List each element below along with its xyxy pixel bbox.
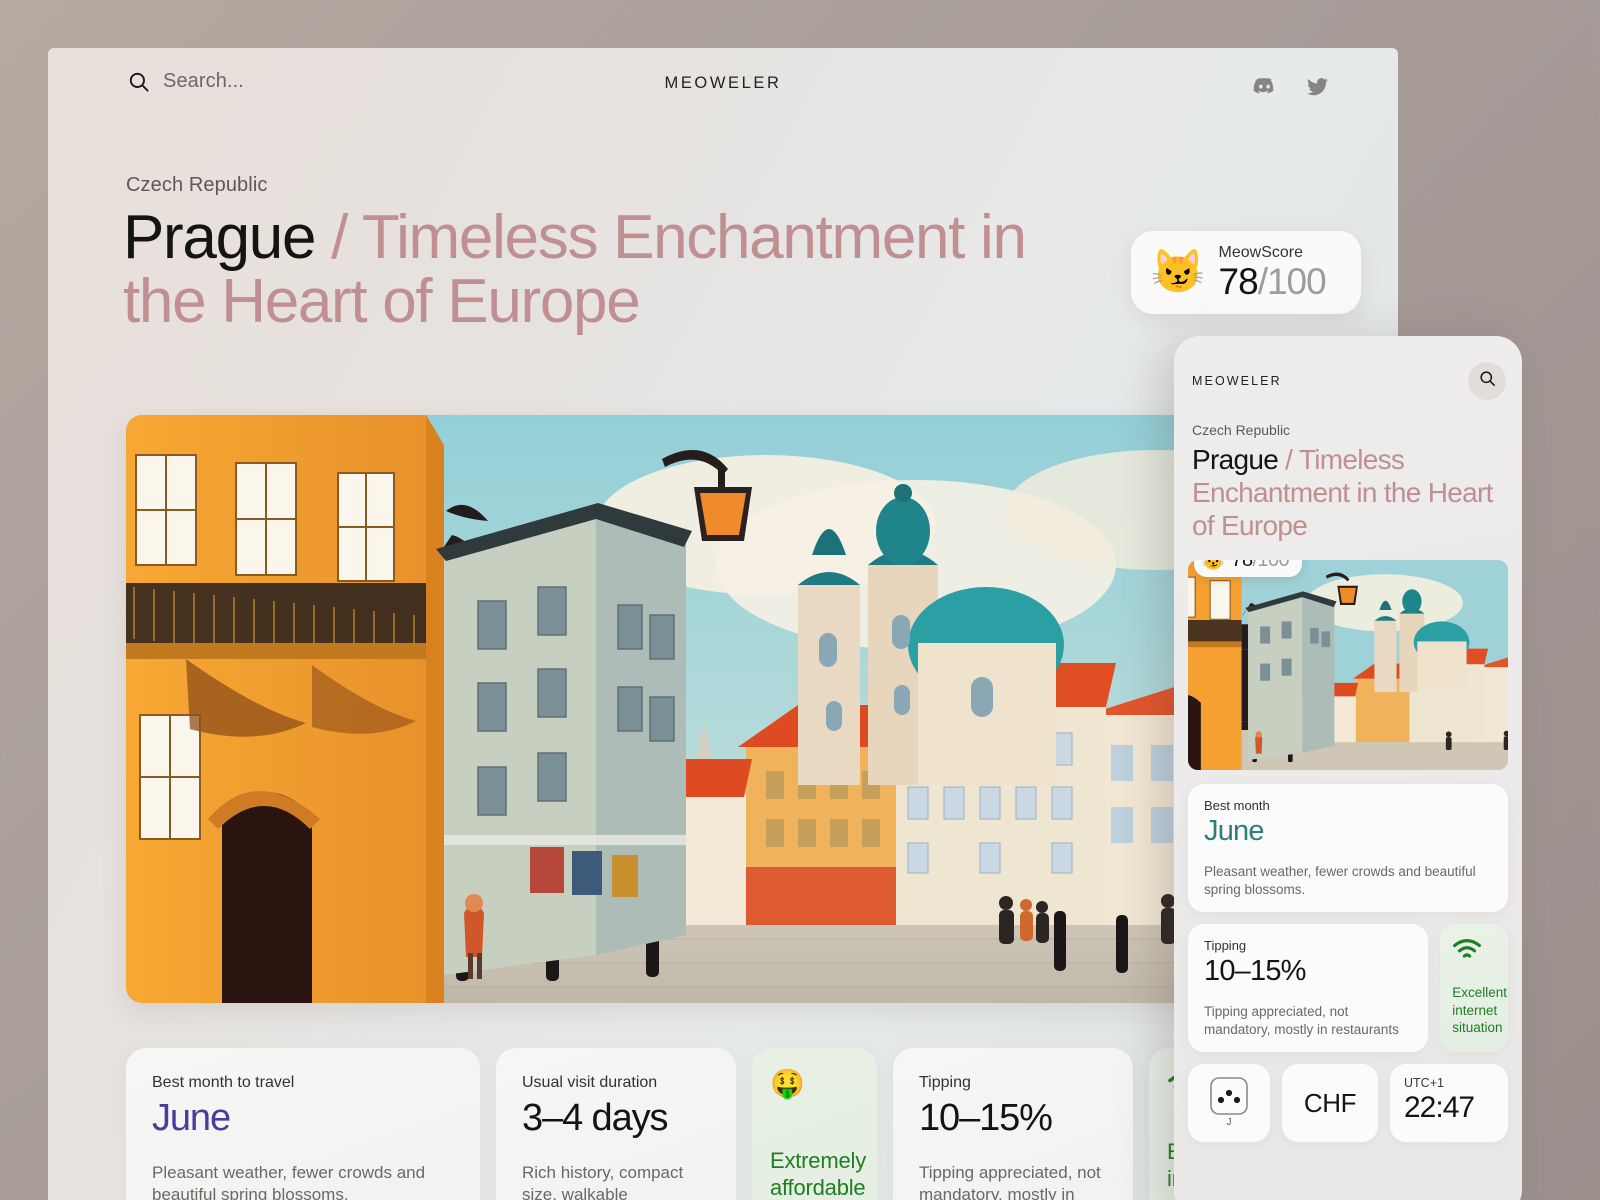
power-socket-icon: J [1207,1076,1251,1131]
mobile-card-best-month[interactable]: Best month June Pleasant weather, fewer … [1188,784,1508,913]
mobile-title-city: Prague [1192,444,1279,475]
fact-label: Best month to travel [152,1074,295,1091]
page-title-city: Prague [123,203,316,272]
twitter-icon[interactable] [1305,74,1330,99]
mobile-fact-description: Pleasant weather, fewer crowds and beaut… [1204,863,1476,897]
fact-value: June [152,1097,231,1139]
mobile-country-label: Czech Republic [1192,422,1291,438]
fact-card-best-month[interactable]: Best month to travel June Pleasant weath… [126,1048,480,1200]
fact-description: Rich history, compact size, walkable des… [522,1162,684,1200]
mobile-card-local-time[interactable]: UTC+1 22:47 [1390,1064,1508,1143]
mobile-preview-panel: MEOWELER Czech Republic Prague / Timeles… [1174,336,1522,1200]
mobile-fact-value: June [1204,815,1264,848]
meowscore-badge[interactable]: 😼 MeowScore 78/100 [1131,231,1361,314]
facts-row: Best month to travel June Pleasant weath… [126,1048,1274,1200]
fact-card-affordability[interactable]: 🤑 Extremely affordable [752,1048,877,1200]
social-links [1252,74,1330,99]
timezone-label: UTC+1 [1404,1076,1444,1091]
fact-value: 10–15% [919,1097,1053,1139]
fact-label: Usual visit duration [522,1074,658,1091]
mobile-top-bar: MEOWELER [1188,336,1508,400]
mobile-search-button[interactable] [1468,362,1506,400]
brand-wordmark[interactable]: MEOWELER [48,74,1398,93]
mobile-card-power-plug[interactable]: J [1188,1064,1270,1143]
mobile-hero-image: 😼 78/100 [1188,560,1508,771]
mobile-brand-wordmark[interactable]: MEOWELER [1192,374,1282,388]
hero-image [126,415,1322,1003]
mobile-meowscore-badge[interactable]: 😼 78/100 [1194,560,1302,578]
money-mouth-emoji-icon: 🤑 [770,1068,805,1099]
fact-card-visit-duration[interactable]: Usual visit duration 3–4 days Rich histo… [496,1048,736,1200]
mobile-row-tipping-internet: Tipping 10–15% Tipping appreciated, not … [1188,924,1508,1053]
fact-description: Tipping appreciated, not mandatory, most… [919,1162,1101,1200]
cat-emoji-icon: 😼 [1202,560,1225,571]
mobile-page-title: Prague / Timeless Enchantment in the Hea… [1192,444,1508,542]
fact-text: Extremely affordable [770,1148,866,1200]
mobile-meowscore-number: 78 [1231,560,1253,572]
mobile-fact-text: Excellent internet situation [1452,985,1508,1036]
page-title-separator: / [315,203,362,272]
mobile-title-separator: / [1278,444,1299,475]
mobile-meowscore-denominator: /100 [1252,560,1289,572]
mobile-row-plug-currency-time: J CHF UTC+1 22:47 [1188,1064,1508,1143]
wifi-icon [1452,939,1482,965]
currency-code: CHF [1303,1087,1357,1118]
meowscore-label: MeowScore [1218,243,1304,261]
country-label: Czech Republic [126,174,268,196]
meowscore-value: 78/100 [1218,260,1327,302]
svg-text:J: J [1227,1117,1232,1126]
mobile-fact-label: Best month [1204,798,1270,814]
meowscore-denominator: /100 [1257,260,1327,302]
mobile-card-tipping[interactable]: Tipping 10–15% Tipping appreciated, not … [1188,924,1429,1053]
mobile-fact-label: Tipping [1204,938,1247,954]
local-time-value: 22:47 [1404,1091,1475,1125]
fact-card-tipping[interactable]: Tipping 10–15% Tipping appreciated, not … [893,1048,1133,1200]
fact-label: Tipping [919,1074,971,1091]
cat-emoji-icon: 😼 [1151,248,1205,296]
mobile-fact-description: Tipping appreciated, not mandatory, most… [1204,1003,1399,1037]
mobile-card-internet[interactable]: Excellent internet situation [1440,924,1508,1053]
page-title: Prague / Timeless Enchantment in the Hea… [123,206,1083,334]
meowscore-number: 78 [1218,260,1259,302]
mobile-card-currency[interactable]: CHF [1282,1064,1378,1143]
mobile-fact-value: 10–15% [1204,955,1306,988]
search-icon [1479,370,1496,392]
discord-icon[interactable] [1252,74,1277,99]
fact-description: Pleasant weather, fewer crowds and beaut… [152,1162,426,1200]
fact-value: 3–4 days [522,1097,669,1139]
desktop-top-bar: Search... MEOWELER [48,48,1398,126]
mobile-meowscore-value: 78/100 [1231,560,1289,572]
